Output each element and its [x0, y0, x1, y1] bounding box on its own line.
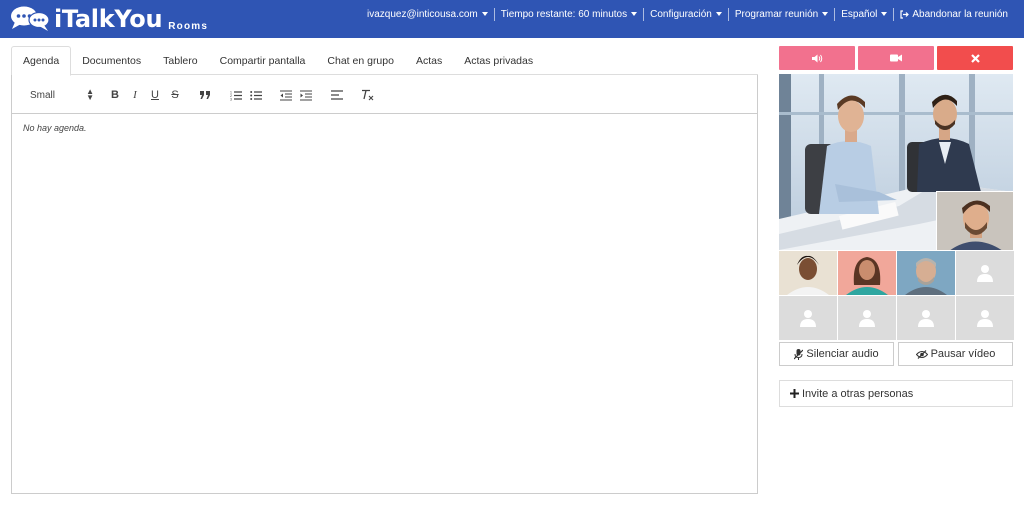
caret-down-icon — [822, 12, 829, 16]
empty-participant-slot — [956, 251, 1014, 295]
bold-button[interactable]: B — [109, 87, 121, 103]
caret-down-icon — [881, 12, 888, 16]
language-label: Español — [841, 8, 878, 20]
settings-menu[interactable]: Configuración — [643, 7, 728, 21]
empty-participant-slot — [838, 296, 896, 340]
caret-down-icon — [631, 12, 638, 16]
empty-agenda-text: No hay agenda. — [23, 123, 87, 133]
participant-thumbnail[interactable] — [779, 251, 837, 295]
tab-documents[interactable]: Documentos — [71, 46, 152, 75]
clear-formatting-icon — [361, 89, 373, 101]
mute-audio-label: Silenciar audio — [806, 348, 879, 360]
schedule-label: Programar reunión — [734, 8, 819, 20]
speaker-button[interactable] — [779, 46, 855, 70]
logo[interactable]: iTalkYou Rooms — [10, 4, 208, 34]
plus-icon — [790, 389, 799, 398]
editor-content[interactable]: No hay agenda. — [12, 114, 757, 142]
user-menu[interactable]: ivazquez@inticousa.com — [361, 8, 494, 21]
user-placeholder-icon — [977, 265, 993, 282]
align-button[interactable] — [330, 87, 344, 103]
bullet-list-icon — [250, 90, 262, 100]
top-nav: ivazquez@inticousa.com Tiempo restante: … — [361, 0, 1014, 28]
tab-agenda[interactable]: Agenda — [11, 46, 72, 76]
camera-button[interactable] — [858, 46, 934, 70]
indent-icon — [300, 89, 312, 101]
align-left-icon — [331, 90, 343, 100]
indent-button[interactable] — [299, 87, 313, 103]
empty-participant-slot — [779, 296, 837, 340]
ordered-list-icon: 1 2 3 — [230, 90, 242, 101]
participant-video-frame — [897, 251, 955, 295]
caret-down-icon — [715, 12, 722, 16]
settings-label: Configuración — [650, 8, 712, 20]
participant-video-frame — [838, 251, 896, 295]
language-menu[interactable]: Español — [834, 7, 893, 21]
invite-label: Invite a otras personas — [802, 387, 914, 400]
brand-name: iTalkYou — [54, 5, 163, 33]
tab-minutes[interactable]: Actas — [405, 46, 453, 75]
video-camera-icon — [890, 54, 902, 62]
tab-share-screen[interactable]: Compartir pantalla — [209, 46, 317, 75]
time-left-label: Tiempo restante: 60 minutos — [500, 8, 628, 20]
user-placeholder-icon — [800, 310, 816, 327]
pause-video-button[interactable]: Pausar vídeo — [898, 342, 1013, 366]
top-bar: iTalkYou Rooms ivazquez@inticousa.com Ti… — [0, 0, 1024, 38]
user-placeholder-icon — [977, 310, 993, 327]
user-placeholder-icon — [918, 310, 934, 327]
tab-group-chat[interactable]: Chat en grupo — [316, 46, 405, 75]
bullet-list-button[interactable] — [249, 87, 263, 103]
tab-private-minutes[interactable]: Actas privadas — [453, 46, 544, 75]
italic-button[interactable]: I — [129, 87, 141, 103]
blockquote-button[interactable] — [198, 87, 212, 103]
tab-whiteboard[interactable]: Tablero — [152, 46, 208, 75]
caret-down-icon — [481, 12, 488, 16]
user-email: ivazquez@inticousa.com — [367, 8, 478, 20]
font-size-select[interactable]: Small ▲ ▼ — [30, 87, 94, 103]
mute-audio-button[interactable]: Silenciar audio — [779, 342, 894, 366]
chat-bubbles-icon — [11, 6, 50, 31]
leave-meeting-link[interactable]: Abandonar la reunión — [893, 7, 1014, 21]
end-call-button[interactable] — [937, 46, 1013, 70]
agenda-editor: Small ▲ ▼ B I U S 1 2 3 No hay agenda. — [11, 75, 758, 494]
clear-format-button[interactable] — [360, 87, 374, 103]
underline-button[interactable]: U — [149, 87, 161, 103]
leave-meeting-label: Abandonar la reunión — [912, 8, 1008, 20]
participant-video-frame — [779, 251, 837, 295]
tab-bar: Agenda Documentos Tablero Compartir pant… — [11, 46, 758, 76]
participant-thumbnail[interactable] — [838, 251, 896, 295]
microphone-off-icon — [794, 348, 804, 360]
pause-video-label: Pausar vídeo — [930, 348, 996, 360]
outdent-button[interactable] — [279, 87, 293, 103]
sign-out-icon — [900, 9, 910, 19]
schedule-menu[interactable]: Programar reunión — [727, 7, 834, 21]
select-arrows-icon: ▲ ▼ — [86, 87, 94, 102]
strikethrough-button[interactable]: S — [169, 87, 181, 103]
workspace-panel: Agenda Documentos Tablero Compartir pant… — [11, 46, 758, 494]
user-placeholder-icon — [859, 310, 875, 327]
svg-text:3: 3 — [230, 97, 232, 101]
time-left-menu[interactable]: Tiempo restante: 60 minutos — [493, 7, 643, 21]
close-icon — [970, 53, 980, 63]
brand-subtitle: Rooms — [168, 20, 209, 32]
quote-icon — [199, 90, 210, 99]
eye-slash-icon — [915, 349, 928, 359]
invite-button[interactable]: Invite a otras personas — [779, 380, 1013, 407]
ordered-list-button[interactable]: 1 2 3 — [229, 87, 243, 103]
self-view-video[interactable] — [936, 191, 1013, 250]
font-size-value: Small — [30, 89, 56, 101]
volume-icon — [811, 54, 822, 62]
outdent-icon — [280, 89, 292, 101]
editor-toolbar: Small ▲ ▼ B I U S 1 2 3 — [12, 75, 757, 114]
empty-participant-slot — [897, 296, 955, 340]
self-view-frame — [937, 192, 1013, 250]
participant-thumbnail[interactable] — [897, 251, 955, 295]
empty-participant-slot — [956, 296, 1014, 340]
